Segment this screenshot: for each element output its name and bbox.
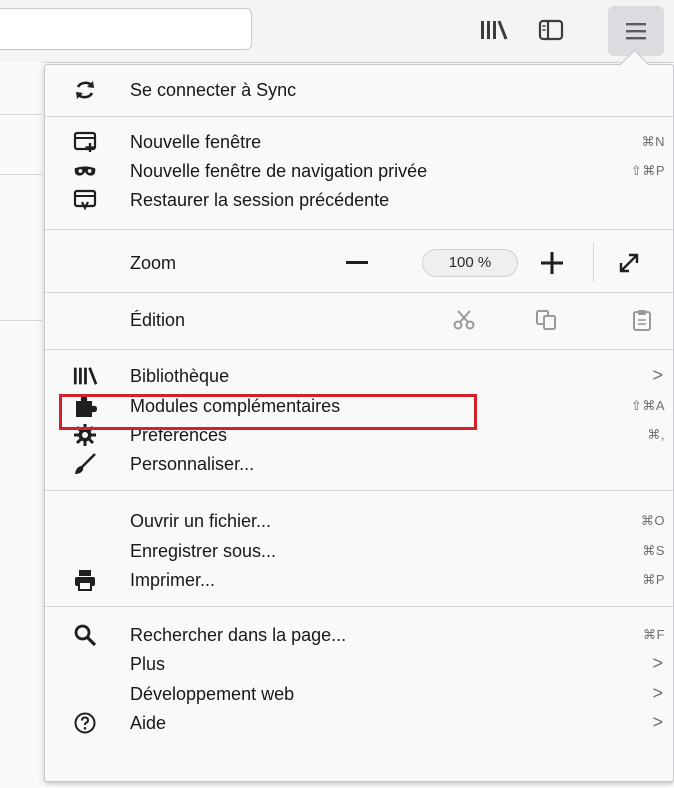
- fullscreen-button[interactable]: [615, 250, 643, 276]
- copy-icon: [536, 310, 556, 330]
- cut-icon: [453, 310, 475, 330]
- library-icon: [73, 364, 97, 388]
- menu-item-label: Modules complémentaires: [130, 396, 341, 416]
- gear-icon: [73, 423, 97, 447]
- menu-item-label: Rechercher dans la page...: [130, 625, 347, 645]
- brush-icon: [73, 452, 97, 476]
- printer-icon: [73, 568, 97, 592]
- menu-item-label: Préférences: [130, 425, 228, 445]
- menu-item-label: Bibliothèque: [130, 366, 230, 386]
- menu-item-label: Nouvelle fenêtre de navigation privée: [130, 161, 428, 181]
- menu-item-label: Se connecter à Sync: [130, 80, 297, 100]
- menu-item-label: Plus: [130, 654, 166, 674]
- zoom-reset-button[interactable]: 100 %: [422, 249, 518, 277]
- menu-item-label: Restaurer la session précédente: [130, 190, 390, 210]
- menu-item-label: Aide: [130, 713, 167, 733]
- menu-item-sync[interactable]: Se connecter à Sync: [45, 75, 673, 105]
- menu-item-shortcut: ⇧⌘P: [630, 163, 665, 178]
- page-divider: [0, 114, 42, 115]
- chevron-right-icon: >: [652, 683, 663, 703]
- chevron-right-icon: >: [652, 653, 663, 673]
- menu-separator: [45, 116, 673, 117]
- menu-item-label: Ouvrir un fichier...: [130, 511, 272, 531]
- menu-item-library[interactable]: Bibliothèque >: [45, 361, 673, 391]
- menu-item-webdev[interactable]: Développement web >: [45, 679, 673, 709]
- search-icon: [73, 623, 97, 647]
- menu-item-shortcut: ⇧⌘A: [630, 398, 665, 413]
- menu-item-customize[interactable]: Personnaliser...: [45, 449, 673, 479]
- page-background: [0, 62, 42, 788]
- menu-item-label: Zoom: [130, 253, 177, 273]
- menu-item-label: Édition: [130, 310, 186, 330]
- menu-item-new-window[interactable]: Nouvelle fenêtre ⌘N: [45, 127, 673, 157]
- menu-separator: [45, 229, 673, 230]
- sidebar-icon: [538, 19, 564, 41]
- zoom-minus-icon: [346, 261, 368, 264]
- restore-session-icon: [73, 188, 97, 212]
- menu-item-addons[interactable]: Modules complémentaires ⇧⌘A: [45, 391, 673, 421]
- app-menu-panel: Se connecter à Sync Nouvelle fenêtre ⌘N …: [44, 64, 674, 782]
- sync-icon: [73, 78, 97, 102]
- new-window-icon: [73, 130, 97, 154]
- help-icon: [73, 711, 97, 735]
- menu-item-label: Nouvelle fenêtre: [130, 132, 262, 152]
- zoom-separator: [593, 242, 594, 282]
- paste-icon: [633, 310, 651, 331]
- menu-separator: [45, 349, 673, 350]
- menu-item-label: Enregistrer sous...: [130, 541, 277, 561]
- menu-item-shortcut: ⌘N: [641, 134, 665, 149]
- menu-item-zoom: Zoom 100 %: [45, 242, 673, 282]
- menu-item-open-file[interactable]: Ouvrir un fichier... ⌘O: [45, 506, 673, 536]
- menu-item-preferences[interactable]: Préférences ⌘,: [45, 420, 673, 450]
- cut-button[interactable]: [451, 308, 477, 332]
- library-icon: [479, 18, 509, 42]
- menu-item-edit: Édition: [45, 305, 673, 335]
- copy-button[interactable]: [533, 308, 559, 332]
- menu-item-more[interactable]: Plus >: [45, 649, 673, 679]
- private-mask-icon: [73, 159, 97, 183]
- url-bar[interactable]: [0, 8, 252, 50]
- menu-item-shortcut: ⌘O: [640, 513, 665, 528]
- menu-item-print[interactable]: Imprimer... ⌘P: [45, 565, 673, 595]
- menu-separator: [45, 292, 673, 293]
- browser-toolbar: [0, 0, 674, 63]
- puzzle-icon: [73, 394, 97, 418]
- page-divider: [0, 174, 42, 175]
- menu-item-shortcut: ⌘,: [647, 427, 665, 442]
- chevron-right-icon: >: [652, 712, 663, 732]
- zoom-plus-icon: [541, 252, 563, 274]
- chevron-right-icon: >: [652, 365, 663, 385]
- toolbar-library-button[interactable]: [474, 12, 514, 48]
- menu-item-label: Imprimer...: [130, 570, 216, 590]
- menu-item-label: Personnaliser...: [130, 454, 255, 474]
- menu-item-shortcut: ⌘P: [642, 572, 665, 587]
- menu-separator: [45, 490, 673, 491]
- menu-item-restore-session[interactable]: Restaurer la session précédente: [45, 185, 673, 215]
- zoom-out-button[interactable]: [343, 250, 371, 276]
- paste-button[interactable]: [629, 308, 655, 332]
- menu-item-save-as[interactable]: Enregistrer sous... ⌘S: [45, 536, 673, 566]
- menu-item-shortcut: ⌘F: [643, 627, 665, 642]
- menu-item-shortcut: ⌘S: [642, 543, 665, 558]
- fullscreen-icon: [619, 253, 639, 273]
- menu-item-help[interactable]: Aide >: [45, 708, 673, 738]
- menu-item-find[interactable]: Rechercher dans la page... ⌘F: [45, 620, 673, 650]
- menu-separator: [45, 606, 673, 607]
- menu-item-private-window[interactable]: Nouvelle fenêtre de navigation privée ⇧⌘…: [45, 156, 673, 186]
- zoom-in-button[interactable]: [537, 249, 567, 277]
- menu-item-label: Développement web: [130, 684, 295, 704]
- toolbar-menu-button[interactable]: [608, 6, 664, 56]
- toolbar-sidebar-button[interactable]: [531, 12, 571, 48]
- hamburger-menu-icon: [624, 21, 648, 41]
- page-divider: [0, 320, 42, 321]
